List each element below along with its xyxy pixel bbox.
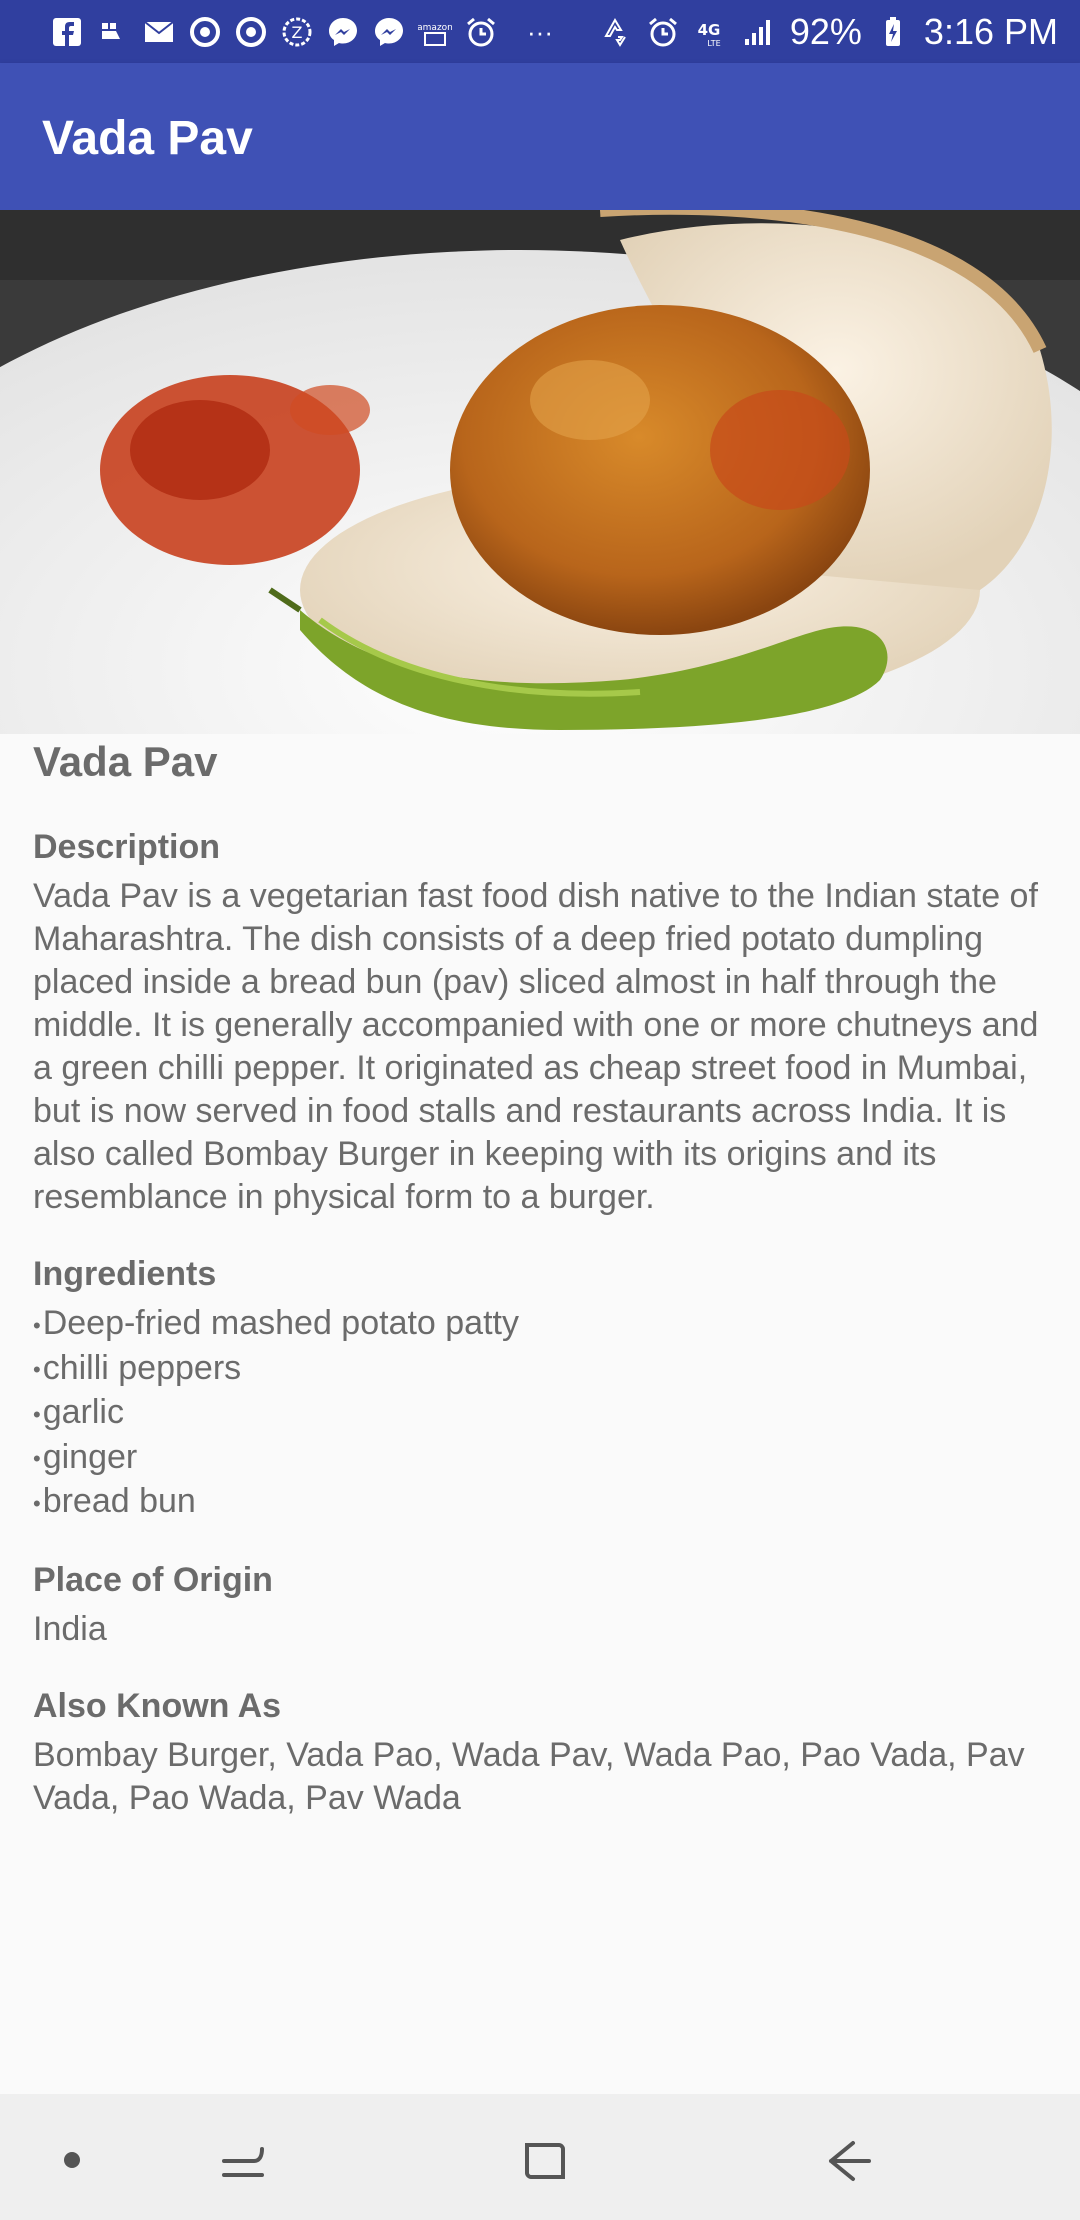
navigation-bar bbox=[0, 2094, 1080, 2220]
dish-title: Vada Pav bbox=[33, 738, 218, 785]
list-item: ginger bbox=[33, 1436, 1053, 1481]
facebook-icon bbox=[50, 15, 84, 49]
signal-icon bbox=[742, 15, 776, 49]
alarm-icon bbox=[464, 15, 498, 49]
list-item: chilli peppers bbox=[33, 1347, 1053, 1392]
description-text: Vada Pav is a vegetarian fast food dish … bbox=[33, 877, 1039, 1216]
app-title: Vada Pav bbox=[42, 112, 253, 165]
svg-text:LTE: LTE bbox=[707, 39, 720, 48]
svg-text:amazon: amazon bbox=[418, 23, 452, 33]
origin-heading: Place of Origin bbox=[33, 1560, 273, 1599]
alarm-icon bbox=[646, 15, 680, 49]
food-photo-icon bbox=[0, 210, 1080, 734]
clock: 3:16 PM bbox=[923, 11, 1058, 52]
aka-heading: Also Known As bbox=[33, 1686, 282, 1725]
circle-icon bbox=[234, 15, 268, 49]
messenger-icon bbox=[326, 15, 360, 49]
system-status: 4G LTE 92% 3:16 PM bbox=[598, 10, 1058, 54]
dot-icon[interactable] bbox=[42, 2132, 102, 2188]
list-item: garlic bbox=[33, 1391, 1053, 1436]
back-icon[interactable] bbox=[818, 2132, 878, 2188]
app-bar: Vada Pav bbox=[0, 63, 1080, 210]
badge-icon: Z bbox=[280, 15, 314, 49]
circle-icon bbox=[188, 15, 222, 49]
recycle-icon bbox=[598, 15, 632, 49]
recents-icon[interactable] bbox=[213, 2132, 273, 2188]
battery-charging-icon bbox=[876, 15, 910, 49]
description-heading: Description bbox=[33, 828, 221, 866]
home-icon[interactable] bbox=[514, 2132, 574, 2188]
network-4g-icon: 4G LTE bbox=[694, 15, 728, 49]
status-bar: Z amazon ··· 4G LTE 92% 3:16 PM bbox=[0, 0, 1080, 63]
notification-icons: Z amazon ··· bbox=[50, 13, 570, 51]
svg-text:4G: 4G bbox=[697, 21, 720, 39]
aka-text: Bombay Burger, Vada Pao, Wada Pav, Wada … bbox=[33, 1735, 1025, 1817]
battery-percent: 92% bbox=[789, 11, 862, 52]
hand-icon bbox=[96, 15, 130, 49]
dish-image bbox=[0, 210, 1080, 734]
ingredients-heading: Ingredients bbox=[33, 1255, 217, 1293]
origin-text: India bbox=[33, 1609, 107, 1648]
more-icon: ··· bbox=[527, 17, 553, 47]
messenger-icon bbox=[372, 15, 406, 49]
mail-icon bbox=[142, 15, 176, 49]
amazon-icon: amazon bbox=[418, 15, 452, 49]
list-item: Deep-fried mashed potato patty bbox=[33, 1302, 1053, 1347]
ingredients-list: Deep-fried mashed potato patty chilli pe… bbox=[33, 1302, 1053, 1525]
list-item: bread bun bbox=[33, 1480, 1053, 1525]
svg-text:Z: Z bbox=[292, 23, 303, 42]
dish-details: Vada Pav Description Vada Pav is a veget… bbox=[33, 738, 1053, 1856]
